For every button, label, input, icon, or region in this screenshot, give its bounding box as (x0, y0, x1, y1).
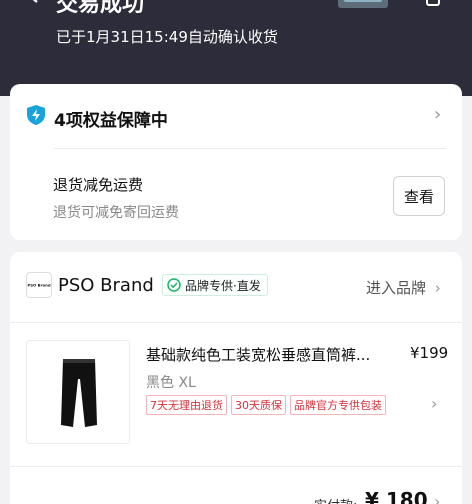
service-tags[interactable]: 7天无理由退货 30天质保 品牌官方专供包装 (146, 395, 386, 415)
trousers-icon (61, 359, 97, 427)
brand-logo[interactable]: PSO Brand (26, 272, 52, 298)
chevron-right-icon[interactable]: › (431, 394, 437, 413)
brand-logo-text: PSO Brand (27, 282, 51, 287)
header-thumbnail[interactable] (338, 0, 388, 8)
return-shipping-title: 退货减免运费 (53, 176, 144, 194)
back-arrow-icon[interactable] (26, 0, 42, 4)
enter-brand-label: 进入品牌 (366, 279, 427, 297)
brand-badge: 品牌专供·直发 (162, 274, 268, 296)
protection-card: 4项权益保障中 › 退货减免运费 退货可减免寄回运费 查看 (10, 84, 462, 240)
brand-badge-label: 品牌专供·直发 (185, 278, 261, 293)
divider (54, 148, 446, 149)
product-spec: 黑色 XL (146, 375, 196, 391)
confirm-receipt-text: 已于1月31日15:49自动确认收货 (56, 28, 278, 46)
product-title[interactable]: 基础款纯色工装宽松垂感直筒裤... (146, 344, 386, 365)
chevron-right-icon: › (434, 104, 442, 125)
paid-amount: ¥ 180 (365, 488, 428, 504)
enter-brand-link[interactable]: 进入品牌 › (366, 277, 441, 298)
divider (10, 322, 462, 323)
page-title: 交易成功 (56, 0, 145, 17)
service-tag: 7天无理由退货 (146, 395, 227, 415)
chevron-right-icon: › (434, 279, 441, 297)
service-tag: 品牌官方专供包装 (290, 395, 386, 415)
protection-title: 4项权益保障中 (54, 111, 168, 131)
product-image[interactable] (26, 340, 130, 444)
paid-label: 实付款: (314, 495, 357, 504)
check-circle-icon (167, 278, 181, 292)
protection-row[interactable]: 4项权益保障中 › (10, 84, 462, 148)
product-price: ¥199 (410, 344, 449, 362)
order-card: PSO Brand PSO Brand 品牌专供·直发 进入品牌 › 基础款纯色… (10, 252, 462, 504)
service-tag: 30天质保 (231, 395, 286, 415)
chevron-right-icon[interactable]: › (434, 492, 440, 504)
brand-name[interactable]: PSO Brand (58, 275, 154, 296)
divider (10, 466, 462, 467)
view-button[interactable]: 查看 (393, 176, 445, 216)
more-icon[interactable] (426, 0, 440, 6)
return-shipping-subtitle: 退货可减免寄回运费 (53, 205, 179, 221)
shield-lightning-icon (27, 105, 45, 125)
header: 交易成功 已于1月31日15:49自动确认收货 (0, 0, 472, 96)
